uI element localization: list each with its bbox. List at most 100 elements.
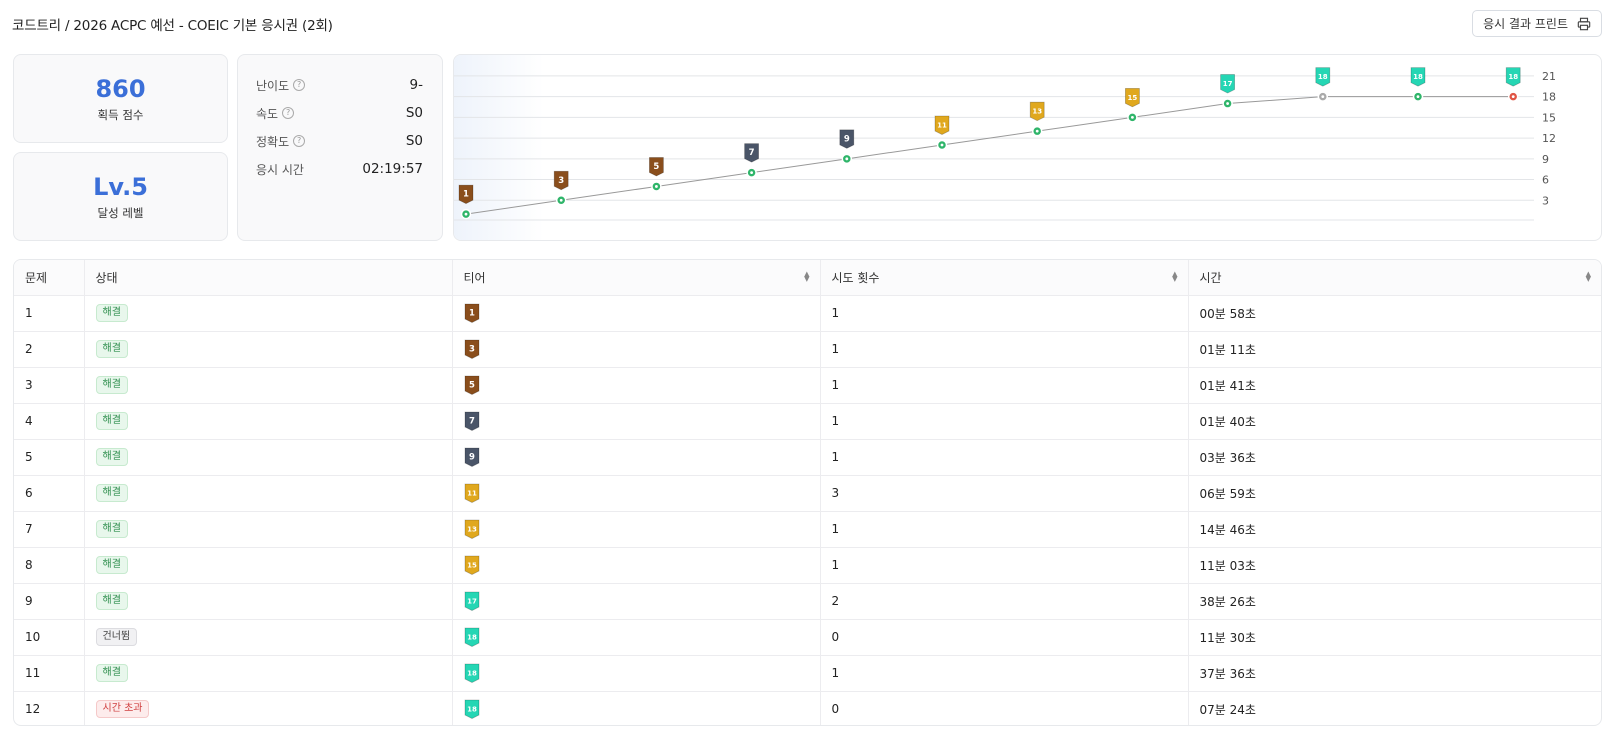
tier-cell: 9 <box>452 439 821 476</box>
status-badge: 해결 <box>95 376 128 394</box>
stat-label-text: 응시 시간 <box>256 162 304 177</box>
attempt-count: 1 <box>820 511 1189 548</box>
help-icon[interactable]: ? <box>293 135 306 147</box>
tier-marker-icon: 5 <box>648 157 664 177</box>
tier-marker-icon: 15 <box>1125 87 1140 108</box>
solve-time: 01분 41초 <box>1188 367 1601 404</box>
problem-number: 5 <box>14 439 85 476</box>
tier-badge-icon: 9 <box>464 447 480 467</box>
chart-svg: 36912151821135791113151718 18 18 <box>454 67 1556 221</box>
tier-cell: 11 <box>452 475 821 512</box>
sort-icon[interactable]: ▲ ▼ <box>804 271 809 283</box>
solve-time: 03분 36초 <box>1188 439 1601 476</box>
attempt-count: 1 <box>820 655 1189 692</box>
status-cell: 해결 <box>84 583 453 620</box>
sort-icon[interactable]: ▲ ▼ <box>1172 271 1177 283</box>
table-row[interactable]: 7 해결 13 1 14분 46초 <box>14 511 1601 548</box>
svg-text:9: 9 <box>469 453 475 463</box>
problem-number: 1 <box>14 295 85 332</box>
tier-marker-icon: 1 <box>458 184 474 205</box>
solve-time: 07분 24초 <box>1199 702 1256 717</box>
column-header-label: 시도 횟수 <box>831 270 880 285</box>
solve-time: 01분 40초 <box>1188 403 1601 440</box>
column-header[interactable]: 시도 횟수 ▲ ▼ <box>820 260 1189 296</box>
tier-badge-icon: 17 <box>464 591 480 611</box>
status-cell: 해결 <box>84 439 453 476</box>
help-icon[interactable]: ? <box>282 107 295 119</box>
problem-number: 9 <box>14 583 85 620</box>
print-result-button[interactable]: 응시 결과 프린트 <box>1472 10 1602 37</box>
attempt-count: 0 <box>820 619 1189 656</box>
table-row[interactable]: 3 해결 5 1 01분 41초 <box>14 367 1601 404</box>
problem-number: 8 <box>14 547 85 584</box>
tier-badge-icon: 18 <box>464 627 480 647</box>
y-tick-label: 15 <box>1542 111 1556 124</box>
status-cell: 해결 <box>84 403 453 440</box>
stat-value: S0 <box>405 133 423 149</box>
table-row[interactable]: 10 건너뜀 18 0 11분 30초 <box>14 619 1601 656</box>
score-label: 획득 점수 <box>97 108 144 122</box>
solve-time: 14분 46초 <box>1188 511 1601 548</box>
help-icon[interactable]: ? <box>293 79 306 91</box>
svg-text:5: 5 <box>653 162 659 172</box>
table-row[interactable]: 2 해결 3 1 01분 11초 <box>14 331 1601 368</box>
stat-label: 정확도? <box>256 133 306 150</box>
page-header: 코드트리 / 2026 ACPC 예선 - COEIC 기본 응시권 (2회) … <box>12 10 1602 37</box>
stat-row: 응시 시간 02:19:57 <box>256 155 423 183</box>
svg-text:15: 15 <box>1128 94 1138 102</box>
tier-badge-icon: 3 <box>464 339 480 359</box>
stat-label: 응시 시간 <box>256 161 304 178</box>
column-header[interactable]: 티어 ▲ ▼ <box>452 260 821 296</box>
svg-text:18: 18 <box>1318 73 1328 81</box>
solve-time: 11분 03초 <box>1188 547 1601 584</box>
table-header-row: 문제 상태 티어 ▲ ▼ 시도 횟수 ▲ ▼ 시간 ▲ ▼ <box>14 260 1601 296</box>
solve-time: 00분 58초 <box>1188 295 1601 332</box>
attempt-count: 1 <box>820 367 1189 404</box>
stat-value: S0 <box>405 105 423 121</box>
table-row[interactable]: 9 해결 17 2 38분 26초 <box>14 583 1601 620</box>
table-row[interactable]: 5 해결 9 1 03분 36초 <box>14 439 1601 476</box>
problem-number: 4 <box>14 403 85 440</box>
tier-marker-icon: 11 <box>934 115 950 135</box>
solve-time: 38분 26초 <box>1188 583 1601 620</box>
status-cell: 건너뜀 <box>84 619 453 656</box>
tier-marker-icon: 3 <box>553 170 569 191</box>
tier-badge-icon: 5 <box>464 375 480 395</box>
printer-icon <box>1577 17 1591 30</box>
table-row[interactable]: 12 시간 초과 18 0 07분 24초 <box>14 691 1601 725</box>
svg-text:5: 5 <box>469 381 475 391</box>
column-header: 상태 <box>84 260 453 296</box>
stat-value: 02:19:57 <box>362 161 423 177</box>
status-badge: 해결 <box>95 340 128 358</box>
table-row[interactable]: 4 해결 7 1 01분 40초 <box>14 403 1601 440</box>
tier-cell: 3 <box>452 331 821 368</box>
sort-icon[interactable]: ▲ ▼ <box>1586 271 1591 283</box>
table-row[interactable]: 1 해결 1 1 00분 58초 <box>14 295 1601 332</box>
attempt-count: 0 <box>820 691 1189 725</box>
score-value: 860 <box>95 75 146 103</box>
svg-text:17: 17 <box>467 598 477 606</box>
table-row[interactable]: 8 해결 15 1 11분 03초 <box>14 547 1601 584</box>
data-point-center <box>1226 102 1229 105</box>
tier-cell: 13 <box>452 511 821 548</box>
svg-text:11: 11 <box>467 490 477 498</box>
tier-badge-icon: 7 <box>464 411 480 431</box>
level-card: Lv.5 달성 레벨 <box>13 152 228 241</box>
svg-text:13: 13 <box>467 526 477 534</box>
status-cell: 해결 <box>84 547 453 584</box>
tier-cell: 15 <box>452 547 821 584</box>
data-point-center <box>1131 115 1134 119</box>
table-row[interactable]: 6 해결 11 3 06분 59초 <box>14 475 1601 512</box>
level-label: 달성 레벨 <box>97 206 144 220</box>
column-header[interactable]: 시간 ▲ ▼ <box>1188 260 1601 296</box>
tier-badge-icon: 18 <box>464 663 480 683</box>
stat-row: 정확도? S0 <box>256 127 423 155</box>
y-tick-label: 21 <box>1542 70 1556 83</box>
status-cell: 해결 <box>84 655 453 692</box>
problem-table: 문제 상태 티어 ▲ ▼ 시도 횟수 ▲ ▼ 시간 ▲ ▼ 1 해결 1 1 00분 58초 2 해결 3 1 01분… <box>13 259 1602 726</box>
table-row[interactable]: 11 해결 18 1 37분 36초 <box>14 655 1601 692</box>
stat-label-text: 정확도 <box>256 134 290 149</box>
data-point-center <box>464 212 468 216</box>
problem-number: 3 <box>14 367 85 404</box>
data-point-center <box>750 171 753 175</box>
